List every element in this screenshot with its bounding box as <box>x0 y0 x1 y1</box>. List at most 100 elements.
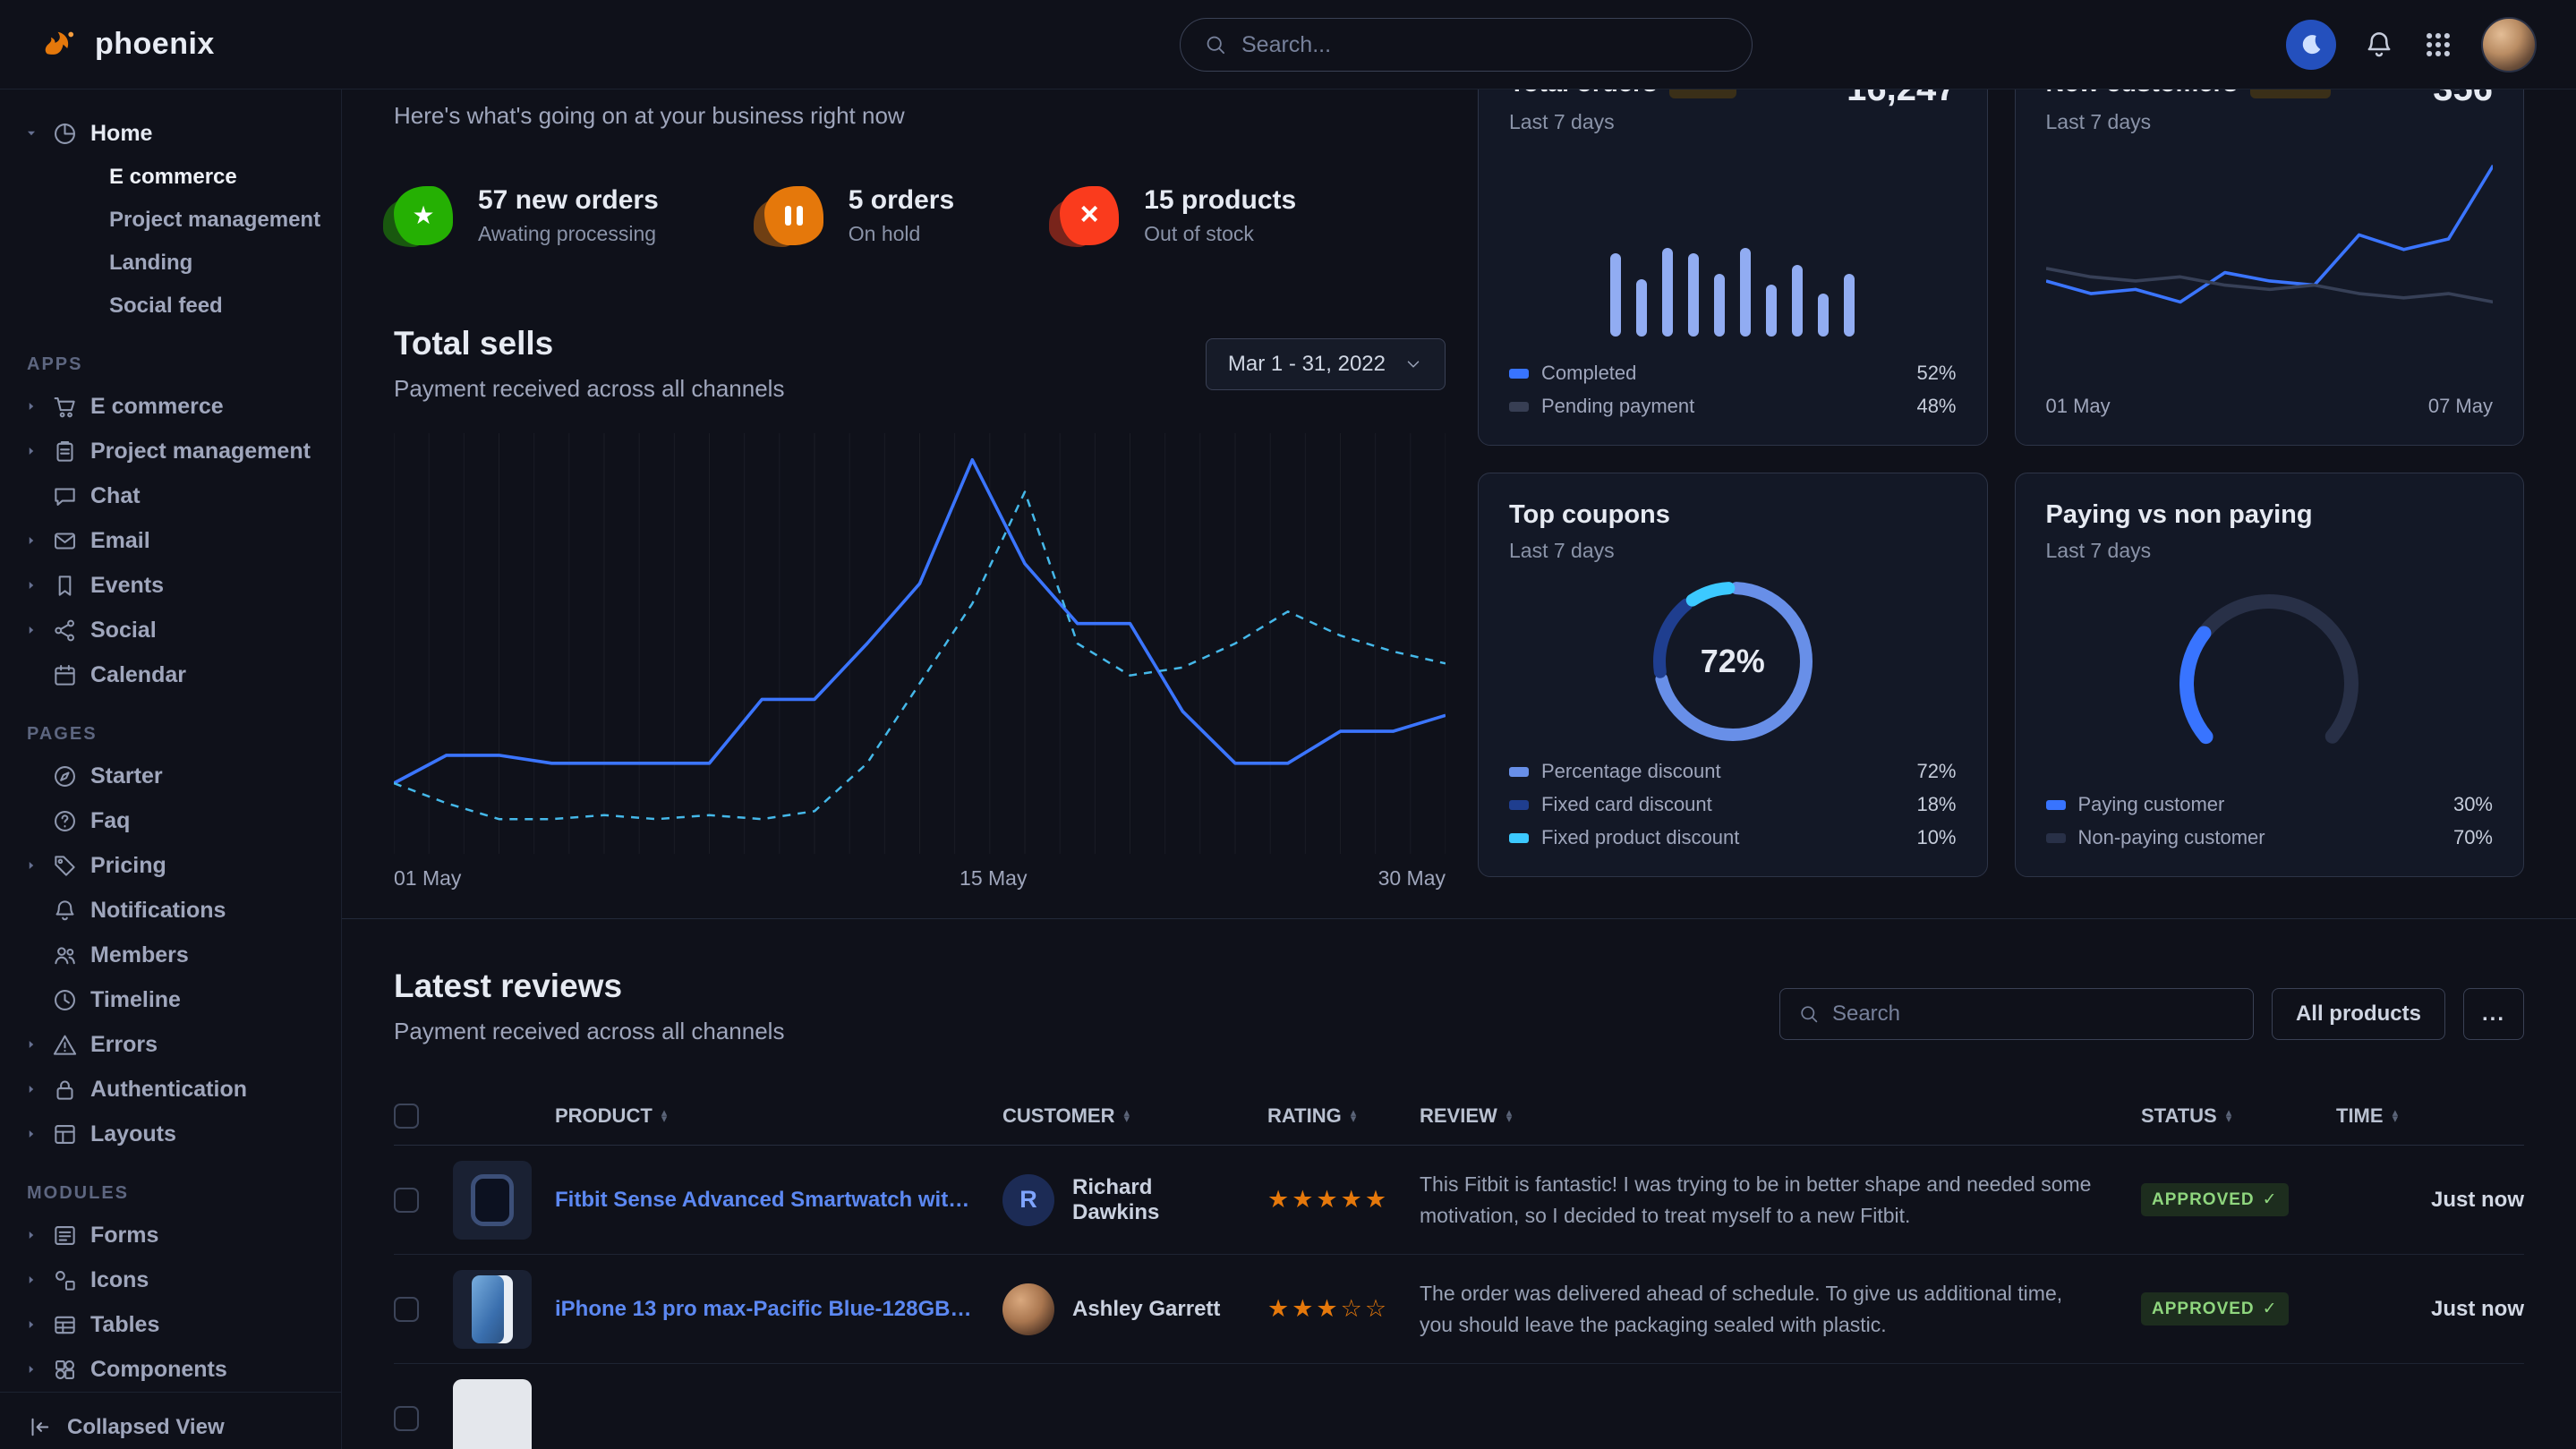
rating-stars: ★★★★★ <box>1267 1186 1389 1214</box>
sort-icon: ▴▾ <box>661 1110 668 1121</box>
help-icon <box>52 808 78 834</box>
sidebar-item-notifications[interactable]: Notifications <box>0 888 341 933</box>
puzzle-icon <box>52 1357 78 1383</box>
product-link[interactable]: iPhone 13 pro max-Pacific Blue-128GB sto… <box>555 1297 977 1322</box>
sidebar-item-errors[interactable]: Errors <box>0 1022 341 1067</box>
sidebar-item-e-commerce[interactable]: E commerce <box>0 384 341 429</box>
sidebar-item-project-management[interactable]: Project management <box>0 429 341 473</box>
sidebar-section-pages: PAGES <box>27 724 341 745</box>
sidebar-item-authentication[interactable]: Authentication <box>0 1067 341 1112</box>
date-range-select[interactable]: Mar 1 - 31, 2022 <box>1206 338 1446 390</box>
legend-item-percentage-discount: Percentage discount72% <box>1509 760 1957 783</box>
kpi-out-of-stock: × 15 productsOut of stock <box>1060 185 1296 246</box>
date-range-value: Mar 1 - 31, 2022 <box>1228 352 1386 377</box>
review-time: Just now <box>2336 1188 2524 1213</box>
sort-icon: ▴▾ <box>2226 1110 2232 1121</box>
caret-right-icon <box>23 577 39 593</box>
all-products-button[interactable]: All products <box>2272 988 2445 1040</box>
caret-right-icon <box>23 857 39 874</box>
sidebar-item-landing[interactable]: Landing <box>0 242 341 285</box>
caret-right-icon <box>23 1036 39 1053</box>
sidebar-item-e-commerce[interactable]: E commerce <box>0 156 341 199</box>
reviews-search[interactable] <box>1779 988 2254 1040</box>
caret-right-icon <box>23 1081 39 1097</box>
brand-name: phoenix <box>95 27 215 62</box>
sidebar-section-modules: MODULES <box>27 1183 341 1204</box>
collapsed-view-toggle[interactable]: Collapsed View <box>0 1392 341 1449</box>
customer-name: Richard Dawkins <box>1072 1175 1242 1225</box>
cart-icon <box>52 394 78 420</box>
sidebar-item-forms[interactable]: Forms <box>0 1213 341 1257</box>
topbar-actions <box>2286 17 2537 72</box>
apps-grid-icon[interactable] <box>2422 29 2454 61</box>
status-badge: APPROVED✓ <box>2141 1183 2289 1216</box>
global-search[interactable] <box>1180 18 1753 72</box>
sidebar-item-social[interactable]: Social <box>0 608 341 652</box>
paying-gauge-chart <box>2046 563 2494 793</box>
legend-item-paying-customer: Paying customer30% <box>2046 793 2494 816</box>
sidebar-item-home[interactable]: Home <box>0 111 341 156</box>
sidebar-item-pricing[interactable]: Pricing <box>0 843 341 888</box>
column-header-customer[interactable]: CUSTOMER▴▾ <box>1002 1104 1267 1128</box>
search-icon <box>1204 33 1227 56</box>
more-options-button[interactable]: ... <box>2463 988 2524 1040</box>
sidebar-item-timeline[interactable]: Timeline <box>0 977 341 1022</box>
kpi-row: ★ 57 new ordersAwating processing 5 orde… <box>394 185 1446 246</box>
brand[interactable]: phoenix <box>39 24 215 65</box>
product-link[interactable]: Fitbit Sense Advanced Smartwatch with To… <box>555 1188 977 1213</box>
notifications-bell-icon[interactable] <box>2363 29 2395 61</box>
search-input[interactable] <box>1241 32 1728 58</box>
page-subtitle: Here's what's going on at your business … <box>394 102 1446 130</box>
x-icon: × <box>1060 186 1119 245</box>
sidebar-item-project-management[interactable]: Project management <box>0 199 341 242</box>
legend-item-fixed-product-discount: Fixed product discount10% <box>1509 826 1957 849</box>
review-row <box>394 1364 2524 1449</box>
caret-right-icon <box>23 533 39 549</box>
x-axis-label: 15 May <box>960 866 1027 891</box>
product-thumbnail <box>453 1161 532 1240</box>
select-all-checkbox[interactable] <box>394 1104 419 1129</box>
caret-right-icon <box>23 1126 39 1142</box>
user-avatar[interactable] <box>2481 17 2537 72</box>
sidebar-item-tables[interactable]: Tables <box>0 1302 341 1347</box>
mail-icon <box>52 528 78 554</box>
sidebar-item-social-feed[interactable]: Social feed <box>0 285 341 328</box>
column-header-rating[interactable]: RATING▴▾ <box>1267 1104 1420 1128</box>
sidebar-item-components[interactable]: Components <box>0 1347 341 1392</box>
column-header-review[interactable]: REVIEW▴▾ <box>1420 1104 2141 1128</box>
sidebar-item-faq[interactable]: Faq <box>0 798 341 843</box>
row-checkbox[interactable] <box>394 1406 419 1431</box>
sidebar-item-icons[interactable]: Icons <box>0 1257 341 1302</box>
column-header-status[interactable]: STATUS▴▾ <box>2141 1104 2336 1128</box>
legend-item-non-paying-customer: Non-paying customer70% <box>2046 826 2494 849</box>
reviews-search-input[interactable] <box>1832 1002 2235 1027</box>
bell-icon <box>52 898 78 924</box>
legend-item-pending-payment: Pending payment48% <box>1509 395 1957 418</box>
row-checkbox[interactable] <box>394 1297 419 1322</box>
kpi-awating-processing: ★ 57 new ordersAwating processing <box>394 185 659 246</box>
review-row: iPhone 13 pro max-Pacific Blue-128GB sto… <box>394 1255 2524 1364</box>
sidebar-item-layouts[interactable]: Layouts <box>0 1112 341 1156</box>
chat-icon <box>52 483 78 509</box>
row-checkbox[interactable] <box>394 1188 419 1213</box>
alert-icon <box>52 1032 78 1058</box>
theme-toggle-button[interactable] <box>2286 20 2336 70</box>
collapse-icon <box>27 1414 53 1440</box>
sidebar-item-calendar[interactable]: Calendar <box>0 652 341 697</box>
sidebar-item-members[interactable]: Members <box>0 933 341 977</box>
order-bar <box>1792 265 1803 337</box>
sidebar-item-starter[interactable]: Starter <box>0 754 341 798</box>
order-bar <box>1844 274 1855 337</box>
sidebar-item-chat[interactable]: Chat <box>0 473 341 518</box>
review-text: This Fitbit is fantastic! I was trying t… <box>1420 1169 2118 1231</box>
sidebar-item-email[interactable]: Email <box>0 518 341 563</box>
column-header-product[interactable]: PRODUCT▴▾ <box>453 1104 1002 1128</box>
product-thumbnail <box>453 1270 532 1349</box>
column-header-time[interactable]: TIME▴▾ <box>2336 1104 2524 1128</box>
reviews-table: PRODUCT▴▾CUSTOMER▴▾RATING▴▾REVIEW▴▾STATU… <box>394 1087 2524 1449</box>
table-icon <box>52 1312 78 1338</box>
total-sells-subtitle: Payment received across all channels <box>394 375 784 403</box>
sidebar-item-events[interactable]: Events <box>0 563 341 608</box>
reviews-subtitle: Payment received across all channels <box>394 1018 784 1045</box>
top-coupons-card: Top coupons Last 7 days 72% Percentage d… <box>1478 473 1988 877</box>
